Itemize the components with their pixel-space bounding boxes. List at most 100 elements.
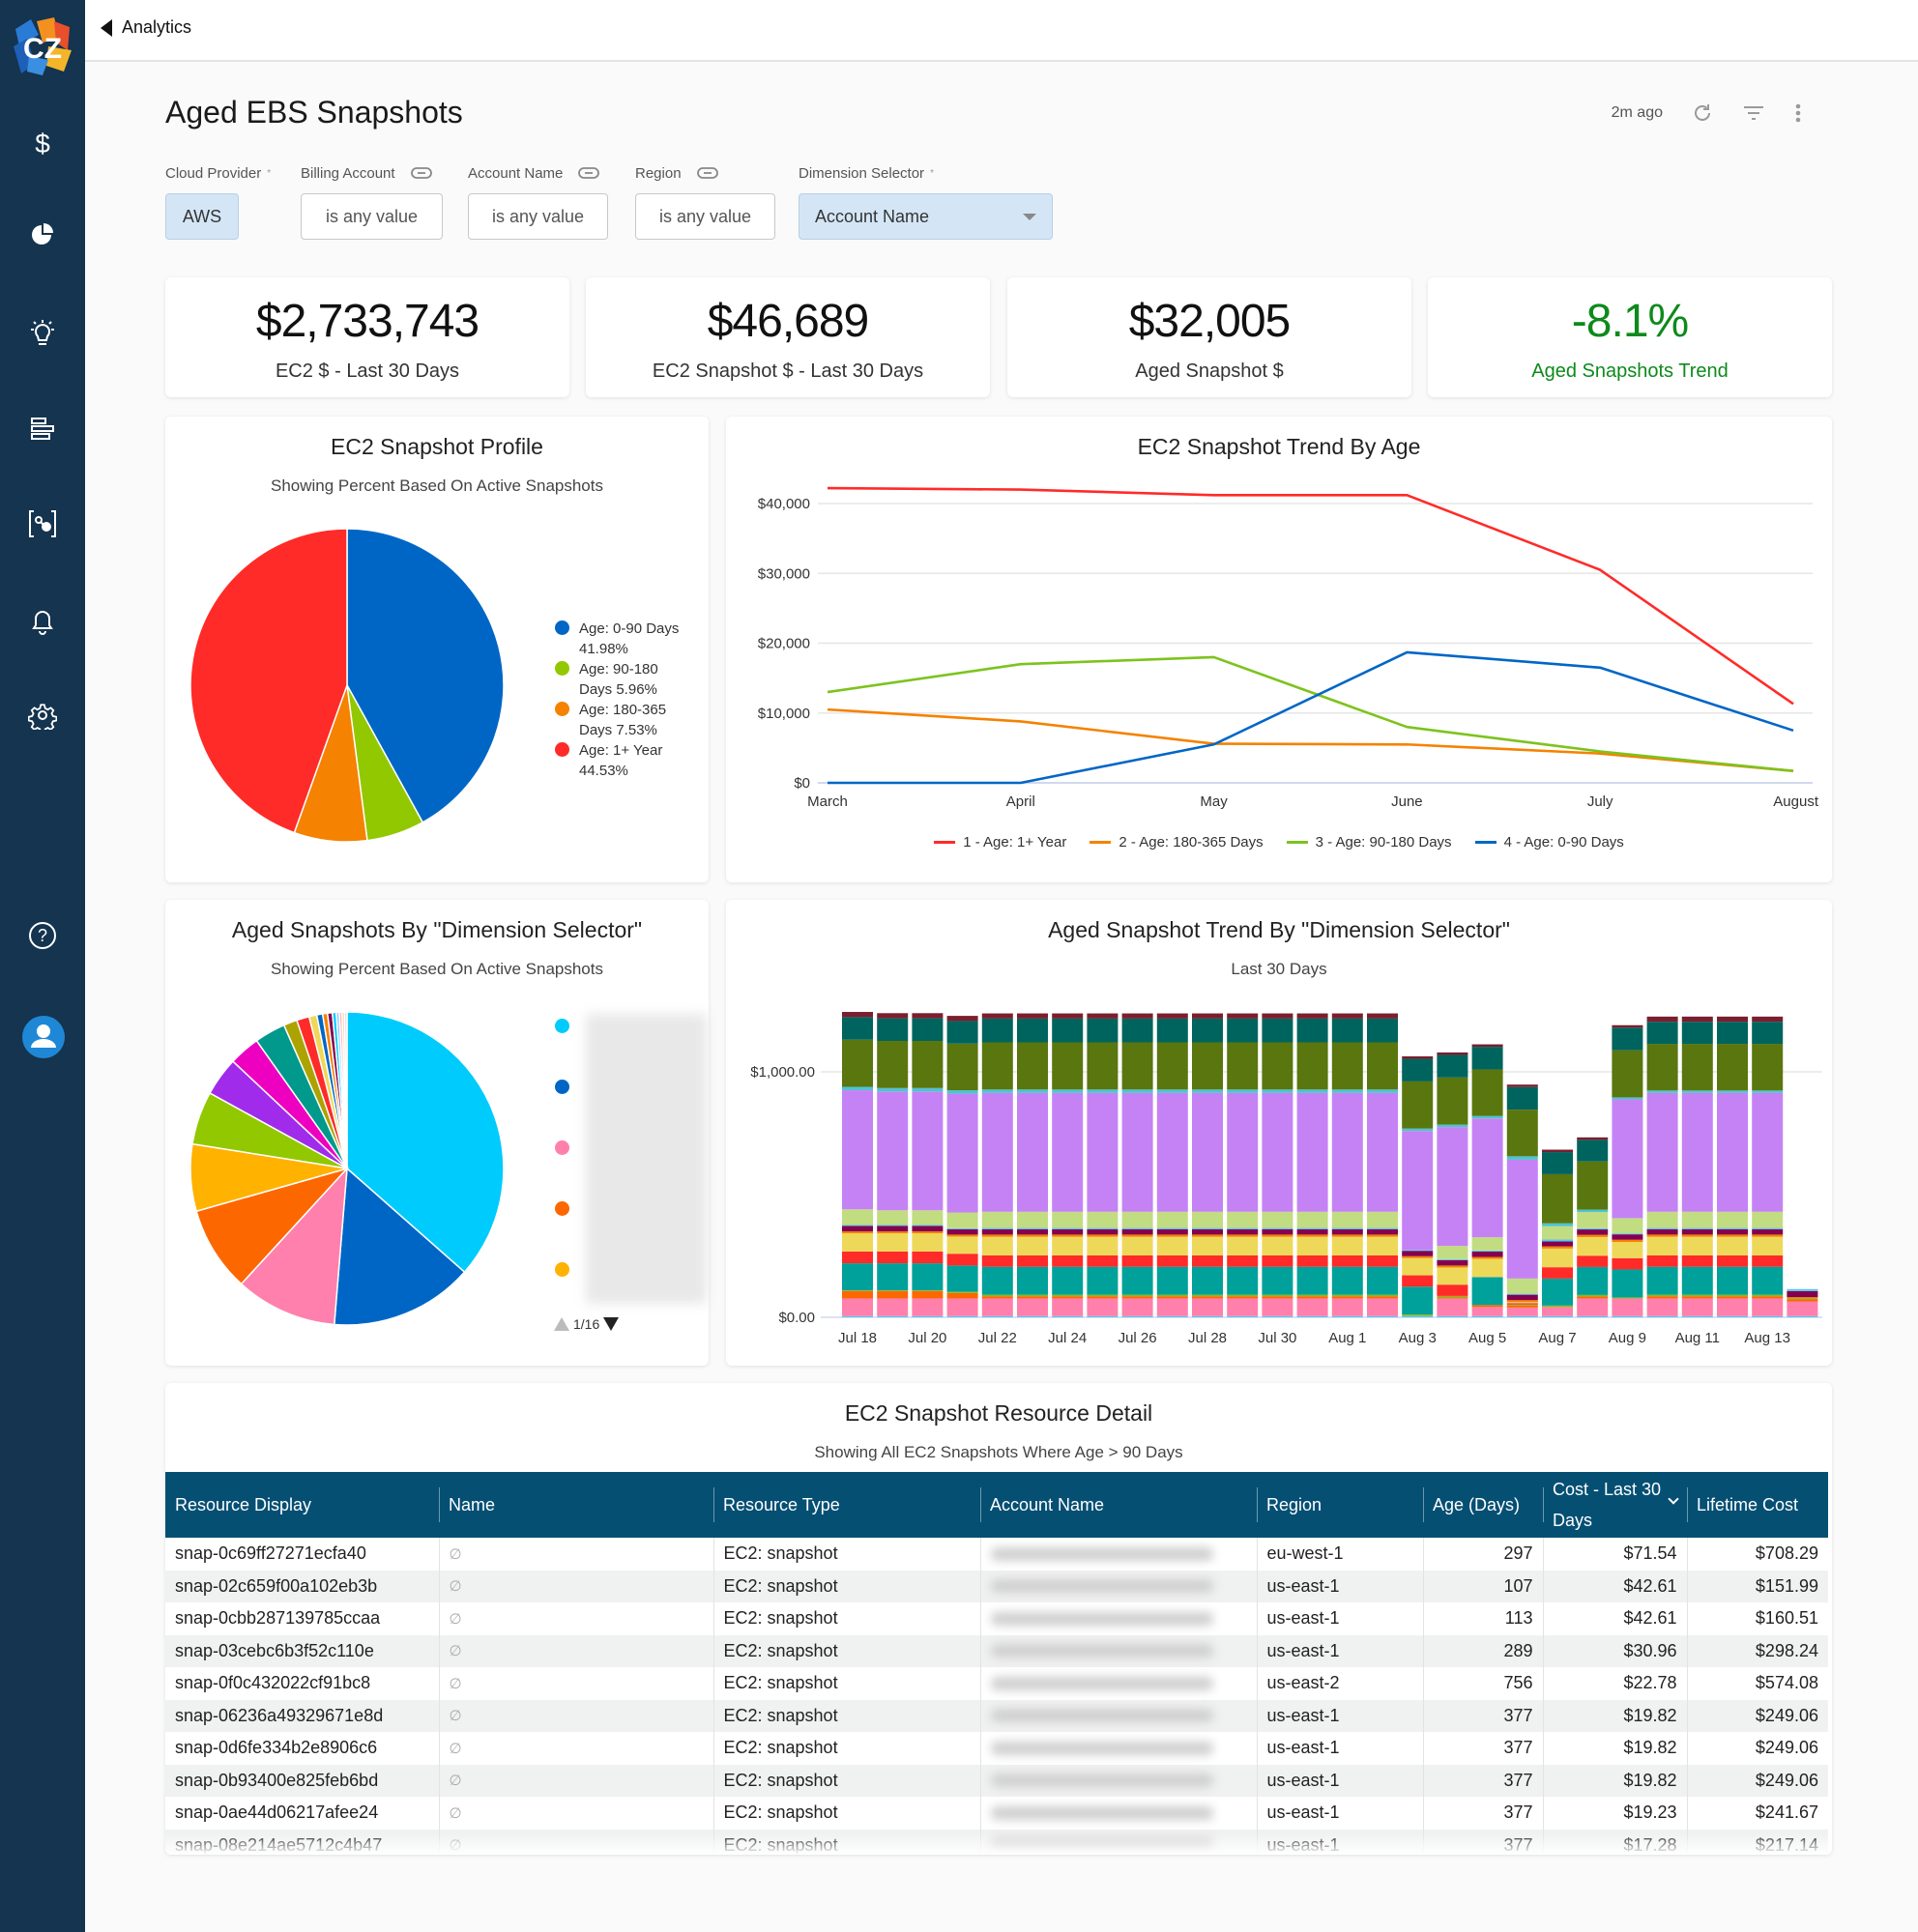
column-header-account-name[interactable]: Account Name (980, 1472, 1257, 1538)
bar-segment[interactable] (1192, 1254, 1223, 1267)
bar-segment[interactable] (1156, 1013, 1188, 1019)
bar-segment[interactable] (1367, 1211, 1398, 1228)
bar-segment[interactable] (1192, 1089, 1223, 1093)
bar-segment[interactable] (1367, 1089, 1398, 1093)
bar-stack[interactable] (1577, 1137, 1609, 1317)
bar-segment[interactable] (1646, 1016, 1678, 1023)
bar-segment[interactable] (912, 1013, 944, 1019)
bar-segment[interactable] (1156, 1296, 1188, 1299)
legend-item[interactable]: 1 - Age: 1+ Year (934, 834, 1066, 851)
bar-segment[interactable] (1437, 1124, 1468, 1128)
bar-segment[interactable] (1752, 1294, 1784, 1297)
bar-segment[interactable] (1646, 1092, 1678, 1212)
bar-segment[interactable] (1612, 1050, 1643, 1098)
bar-segment[interactable] (1017, 1236, 1048, 1255)
bar-segment[interactable] (1296, 1234, 1328, 1237)
bar-segment[interactable] (1542, 1149, 1573, 1153)
bar-segment[interactable] (981, 1234, 1013, 1237)
bar-segment[interactable] (1612, 1315, 1643, 1317)
bar-segment[interactable] (1017, 1211, 1048, 1228)
bar-segment[interactable] (1121, 1013, 1153, 1019)
table-row[interactable]: snap-06236a49329671e8d ∅ EC2: snapshot us-e… (165, 1699, 1828, 1732)
bar-segment[interactable] (1331, 1315, 1363, 1317)
bar-segment[interactable] (877, 1040, 909, 1088)
bar-stack[interactable] (1017, 1013, 1048, 1317)
bar-segment[interactable] (1121, 1315, 1153, 1317)
bar-segment[interactable] (1787, 1299, 1818, 1302)
bar-segment[interactable] (1017, 1266, 1048, 1295)
bar-segment[interactable] (1542, 1305, 1573, 1308)
bar-segment[interactable] (842, 1315, 873, 1317)
bar-segment[interactable] (1752, 1254, 1784, 1267)
bar-segment[interactable] (1192, 1018, 1223, 1043)
bar-stack[interactable] (1192, 1013, 1223, 1317)
bar-segment[interactable] (877, 1290, 909, 1299)
bar-segment[interactable] (1752, 1296, 1784, 1299)
bar-segment[interactable] (842, 1017, 873, 1040)
bar-segment[interactable] (842, 1298, 873, 1316)
bar-segment[interactable] (877, 1251, 909, 1264)
bar-segment[interactable] (1296, 1298, 1328, 1316)
bar-segment[interactable] (1121, 1042, 1153, 1090)
bar-segment[interactable] (1577, 1209, 1609, 1213)
bar-segment[interactable] (877, 1210, 909, 1226)
bar-segment[interactable] (1717, 1227, 1748, 1229)
bar-segment[interactable] (1262, 1228, 1293, 1235)
cloud-provider-select[interactable]: AWS (165, 193, 239, 240)
bar-segment[interactable] (1331, 1089, 1363, 1093)
legend-item[interactable] (555, 1260, 569, 1277)
bar-segment[interactable] (1681, 1016, 1713, 1023)
bar-segment[interactable] (1402, 1286, 1434, 1315)
bar-segment[interactable] (1296, 1013, 1328, 1019)
bar-segment[interactable] (1121, 1236, 1153, 1255)
bar-segment[interactable] (1402, 1128, 1434, 1132)
bar-segment[interactable] (1227, 1228, 1259, 1235)
bar-segment[interactable] (842, 1251, 873, 1264)
link-icon[interactable] (410, 167, 432, 179)
bar-segment[interactable] (1681, 1296, 1713, 1299)
bar-segment[interactable] (1787, 1301, 1818, 1316)
bar-segment[interactable] (1577, 1298, 1609, 1316)
sidebar-item-cost[interactable]: $ (23, 124, 62, 162)
bar-segment[interactable] (1192, 1298, 1223, 1316)
bar-segment[interactable] (1262, 1092, 1293, 1212)
bar-stack[interactable] (1121, 1013, 1153, 1317)
bar-segment[interactable] (877, 1298, 909, 1316)
bar-segment[interactable] (1052, 1296, 1084, 1299)
bar-segment[interactable] (1681, 1236, 1713, 1255)
bar-segment[interactable] (981, 1315, 1013, 1317)
bar-segment[interactable] (1752, 1044, 1784, 1091)
bar-segment[interactable] (842, 1263, 873, 1291)
bar-segment[interactable] (877, 1018, 909, 1041)
bar-segment[interactable] (1752, 1315, 1784, 1317)
bar-segment[interactable] (1017, 1013, 1048, 1019)
bar-segment[interactable] (1192, 1211, 1223, 1228)
bar-segment[interactable] (1506, 1278, 1538, 1294)
bar-segment[interactable] (1681, 1234, 1713, 1237)
bar-segment[interactable] (912, 1040, 944, 1088)
bar-stack[interactable] (1262, 1013, 1293, 1317)
bar-segment[interactable] (1402, 1314, 1434, 1316)
bar-segment[interactable] (1121, 1254, 1153, 1267)
bar-segment[interactable] (1262, 1298, 1293, 1316)
bar-segment[interactable] (1752, 1016, 1784, 1023)
bar-segment[interactable] (1331, 1294, 1363, 1297)
bar-segment[interactable] (1717, 1228, 1748, 1235)
bar-segment[interactable] (1331, 1254, 1363, 1267)
bar-segment[interactable] (1612, 1027, 1643, 1051)
bar-segment[interactable] (1787, 1315, 1818, 1317)
bar-segment[interactable] (1717, 1092, 1748, 1212)
bar-segment[interactable] (1437, 1259, 1468, 1266)
bar-segment[interactable] (877, 1013, 909, 1019)
bar-segment[interactable] (981, 1211, 1013, 1228)
bar-segment[interactable] (1506, 1159, 1538, 1279)
bar-segment[interactable] (1227, 1018, 1259, 1043)
bar-segment[interactable] (1262, 1042, 1293, 1090)
bar-stack[interactable] (1296, 1013, 1328, 1317)
bar-segment[interactable] (1717, 1016, 1748, 1023)
bar-segment[interactable] (1717, 1266, 1748, 1295)
bar-segment[interactable] (1646, 1090, 1678, 1093)
bar-segment[interactable] (1506, 1302, 1538, 1304)
bar-segment[interactable] (842, 1290, 873, 1299)
bar-segment[interactable] (1471, 1250, 1503, 1252)
